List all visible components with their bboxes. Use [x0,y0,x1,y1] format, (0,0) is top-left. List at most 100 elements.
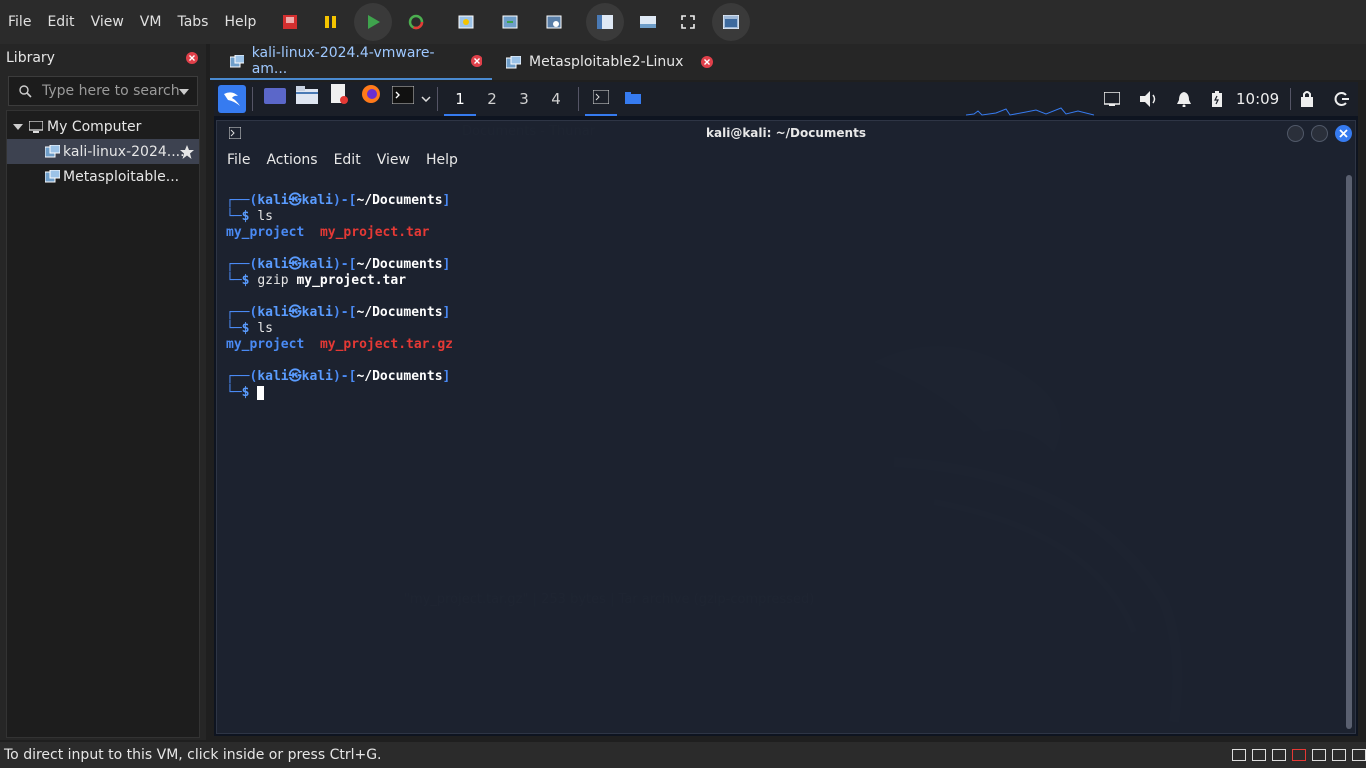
kali-menu-button[interactable] [218,85,246,113]
tree-label-metasploitable: Metasploitable... [63,168,180,185]
suspend-button[interactable] [314,6,346,38]
hard-disk-icon[interactable] [1232,749,1246,761]
show-library-button[interactable] [586,3,625,41]
volume-icon[interactable] [1140,91,1158,107]
revert-snapshot-icon [502,15,518,29]
menu-file[interactable]: File [0,0,39,44]
terminal-output[interactable]: ┌──(kali㉿kali)-[~/Documents] └─$ ls my_p… [226,193,453,401]
sound-card-icon[interactable] [1332,749,1346,761]
usb-icon[interactable] [1272,749,1286,761]
workspace-4[interactable]: 4 [540,82,572,116]
message-log-icon[interactable] [1352,749,1366,761]
fullscreen-button[interactable] [672,6,704,38]
clock[interactable]: 10:09 [1236,90,1279,108]
desktop-icon [264,88,286,104]
text-editor-icon [331,84,348,104]
tab-label-kali: kali-linux-2024.4-vmware-am... [251,45,435,77]
workspace-1[interactable]: 1 [444,82,476,116]
maximize-button[interactable] [1311,125,1328,142]
logout-icon[interactable] [1334,91,1350,107]
notification-bell-icon[interactable] [1176,91,1192,107]
power-on-button[interactable] [354,3,393,41]
close-library-button[interactable] [186,52,198,68]
menu-help[interactable]: Help [216,0,264,44]
restart-icon [409,14,424,30]
wifi-icon[interactable] [1312,749,1326,761]
guest-display[interactable]: 1 2 3 4 10:09 Documents - Thunar "my_pro… [214,82,1358,736]
network-adapter-icon[interactable] [1292,749,1306,761]
folder-icon [625,92,641,104]
power-off-icon [283,15,298,29]
text-editor-launcher[interactable] [323,82,355,116]
cd-drive-icon[interactable] [1252,749,1266,761]
snapshot-manager-button[interactable] [538,6,570,38]
reset-button[interactable] [400,6,432,38]
command-3: ls [257,321,273,336]
terminal-launcher[interactable] [387,82,419,116]
terminal-menu-help[interactable]: Help [426,152,458,168]
workspace-2[interactable]: 2 [476,82,508,116]
tab-label-metasploitable: Metasploitable2-Linux [529,54,684,70]
menu-tabs[interactable]: Tabs [169,0,216,44]
output-dir-1: my_project [226,225,305,240]
display-icon[interactable] [1104,92,1120,106]
snapshot-icon [458,15,474,29]
terminal-scrollbar[interactable] [1346,175,1352,729]
workspace-3[interactable]: 3 [508,82,540,116]
show-desktop-button[interactable] [259,82,291,116]
terminal-titlebar[interactable]: kali@kali: ~/Documents [217,121,1355,145]
snapshot-manager-icon [546,15,562,29]
tab-kali[interactable]: kali-linux-2024.4-vmware-am... [210,44,492,80]
star-icon[interactable] [179,144,195,160]
tree-item-metasploitable-vm[interactable]: Metasploitable... [7,164,199,189]
close-icon[interactable] [471,55,482,67]
terminal-menu-edit[interactable]: Edit [334,152,361,168]
lock-icon[interactable] [1300,90,1314,107]
library-search[interactable]: Type here to search [8,76,198,106]
chevron-down-icon[interactable] [13,123,23,130]
command-2: gzip [257,273,289,288]
revert-snapshot-button[interactable] [494,6,526,38]
computer-icon [29,120,43,133]
battery-icon[interactable] [1212,91,1222,107]
power-off-button[interactable] [274,6,306,38]
taskbar-file-manager-window[interactable] [617,82,649,116]
tree-item-my-computer[interactable]: My Computer [7,114,199,139]
tab-metasploitable[interactable]: Metasploitable2-Linux [492,44,723,80]
vm-icon [45,145,60,158]
device-tray [1226,749,1366,761]
library-header: Library [0,44,206,72]
file-manager-launcher[interactable] [291,82,323,116]
thumbnail-bar-button[interactable] [632,6,664,38]
firefox-launcher[interactable] [355,82,387,116]
terminal-window[interactable]: kali@kali: ~/Documents File Actions Edit… [216,120,1356,734]
terminal-menubar: File Actions Edit View Help [217,145,1355,175]
close-icon[interactable] [701,56,714,68]
menu-view[interactable]: View [83,0,132,44]
play-icon [368,15,381,29]
output-file-3: my_project.tar.gz [319,337,453,352]
menu-edit[interactable]: Edit [39,0,82,44]
chevron-down-icon[interactable] [179,89,189,95]
kali-top-panel: 1 2 3 4 10:09 [214,82,1358,116]
fullscreen-icon [681,15,696,29]
close-icon [186,52,198,64]
firefox-icon [362,85,380,103]
kali-logo-icon [224,92,240,106]
menu-vm[interactable]: VM [132,0,170,44]
command-1: ls [257,209,273,224]
unity-icon [723,15,740,29]
snapshot-button[interactable] [450,6,482,38]
terminal-menu-actions[interactable]: Actions [266,152,317,168]
terminal-menu-file[interactable]: File [227,152,250,168]
tree-item-kali-vm[interactable]: kali-linux-2024.... [7,139,199,164]
folder-icon [296,86,318,104]
chevron-down-icon[interactable] [421,96,431,102]
terminal-menu-view[interactable]: View [377,152,410,168]
search-input[interactable]: Type here to search [42,83,180,99]
close-window-button[interactable] [1335,125,1352,142]
terminal-icon [391,85,415,105]
unity-button[interactable] [712,3,751,41]
taskbar-terminal-window[interactable] [585,82,617,116]
minimize-button[interactable] [1287,125,1304,142]
